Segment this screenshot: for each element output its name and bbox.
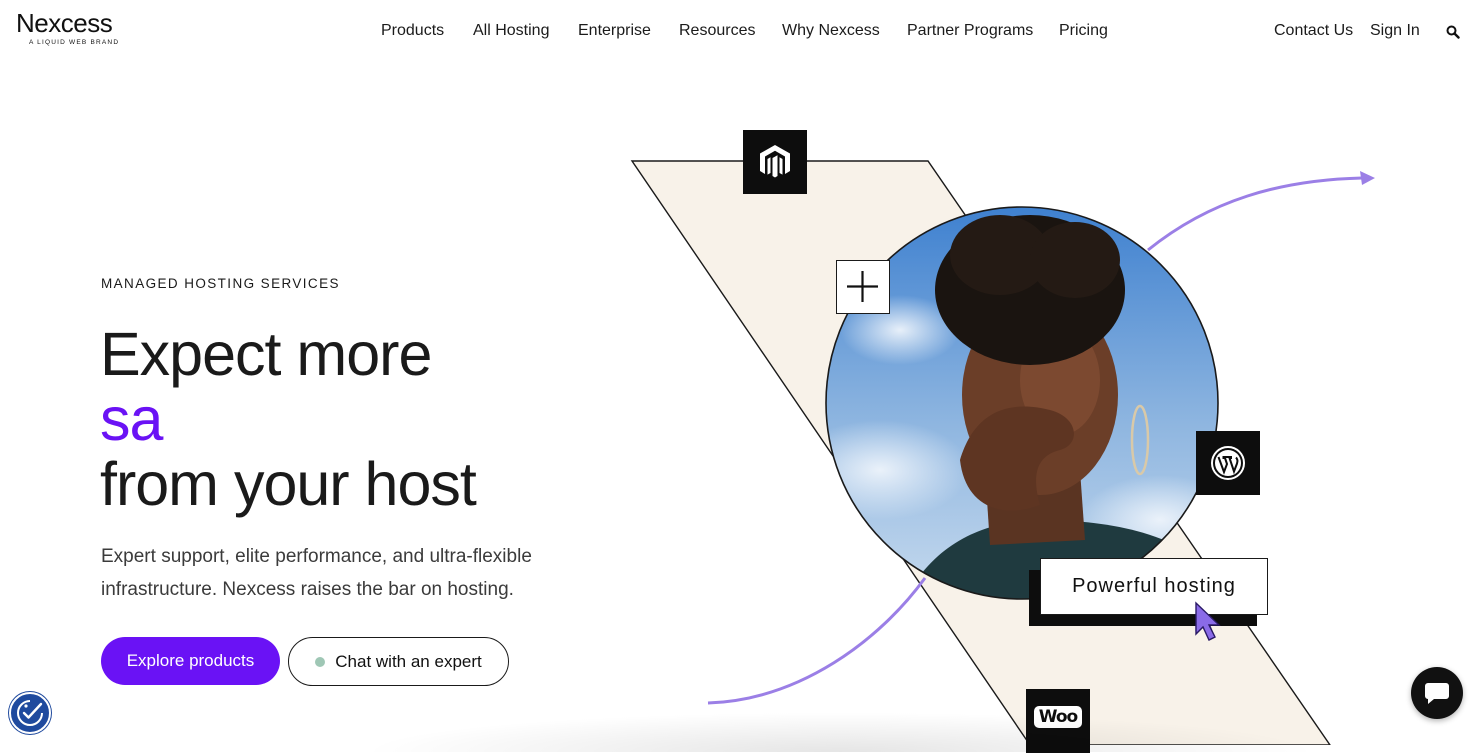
hero-eyebrow: MANAGED HOSTING SERVICES	[101, 276, 340, 291]
nav-resources[interactable]: Resources	[679, 21, 755, 41]
nexcess-logo[interactable]: Nexcess A LIQUID WEB BRAND	[16, 10, 119, 46]
chat-icon	[1425, 683, 1449, 704]
headline-line-1: Expect more	[100, 320, 432, 388]
nav-products[interactable]: Products	[381, 21, 444, 41]
nav-all-hosting[interactable]: All Hosting	[473, 21, 549, 41]
wordpress-icon	[1211, 446, 1245, 480]
magento-icon	[760, 145, 790, 178]
nav-partner-programs[interactable]: Partner Programs	[907, 21, 1033, 41]
arrow-bottom	[707, 577, 927, 705]
accessibility-icon	[17, 700, 43, 726]
plus-tile	[836, 260, 890, 314]
site-header: Nexcess A LIQUID WEB BRAND Products All …	[0, 0, 1480, 62]
wordpress-tile	[1196, 431, 1260, 495]
online-status-dot	[315, 656, 326, 667]
powerful-hosting-callout: Powerful hosting	[1040, 558, 1268, 615]
headline-typed-word: sa	[100, 385, 163, 453]
nav-contact-us[interactable]: Contact Us	[1274, 21, 1353, 41]
accessibility-button[interactable]	[9, 692, 51, 734]
explore-products-button[interactable]: Explore products	[101, 637, 280, 685]
section-shadow	[360, 712, 1320, 752]
nav-pricing[interactable]: Pricing	[1059, 21, 1108, 41]
logo-tagline: A LIQUID WEB BRAND	[29, 39, 120, 46]
nav-enterprise[interactable]: Enterprise	[578, 21, 651, 41]
hero-subcopy: Expert support, elite performance, and u…	[101, 546, 532, 600]
arrow-top	[1147, 176, 1363, 252]
cursor-pointer-icon	[1195, 601, 1221, 641]
magento-tile	[743, 130, 807, 194]
nav-why-nexcess[interactable]: Why Nexcess	[782, 21, 880, 41]
chat-with-expert-label: Chat with an expert	[335, 651, 482, 671]
plus-icon	[847, 271, 878, 302]
logo-wordmark: Nexcess	[16, 8, 113, 38]
chat-widget-button[interactable]	[1411, 667, 1463, 719]
search-icon[interactable]	[1446, 25, 1460, 39]
headline-line-3: from your host	[100, 450, 477, 518]
chat-with-expert-button[interactable]: Chat with an expert	[288, 637, 509, 686]
arrow-top-head	[1360, 171, 1375, 185]
nav-sign-in[interactable]: Sign In	[1370, 21, 1420, 41]
explore-products-label: Explore products	[126, 651, 255, 670]
